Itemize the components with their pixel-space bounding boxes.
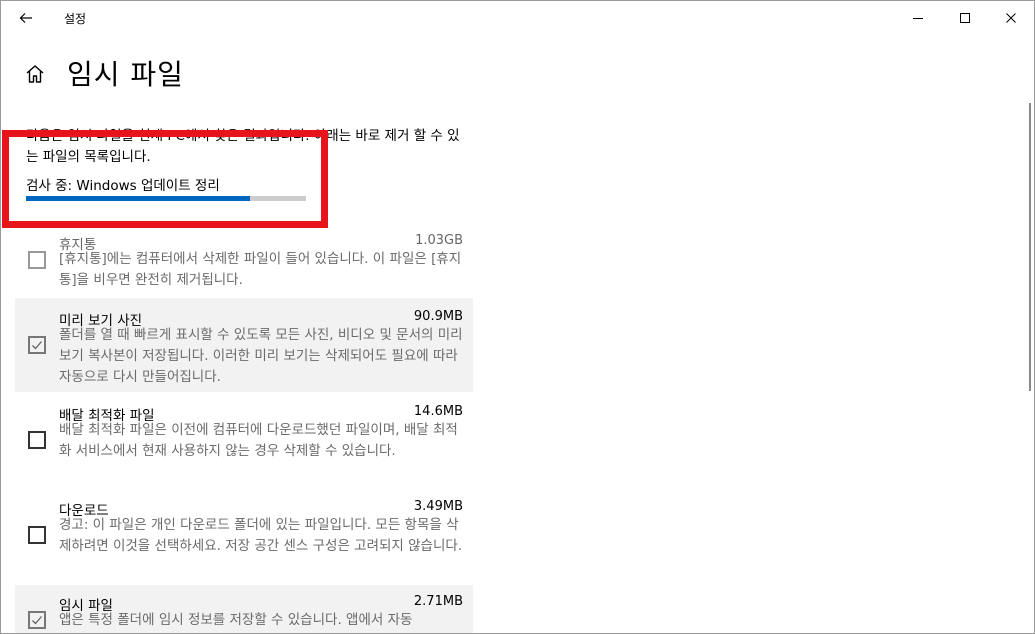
item-size: 2.71MB [413,594,463,609]
item-description: 폴더를 열 때 빠르게 표시할 수 있도록 모든 사진, 비디오 및 문서의 미… [59,327,463,385]
temp-file-item[interactable]: 미리 보기 사진 90.9MB 폴더를 열 때 빠르게 표시할 수 있도록 모든 사… [15,298,473,392]
item-size: 3.49MB [413,499,463,514]
close-button[interactable] [988,1,1034,35]
window-title: 설정 [64,12,87,26]
home-icon[interactable] [24,63,46,85]
close-icon [1006,13,1016,23]
scan-progress-fill [26,196,250,201]
item-checkbox[interactable] [28,611,46,629]
maximize-button[interactable] [942,1,988,35]
item-description: [휴지통]에는 컴퓨터에서 삭제한 파일이 들어 있습니다. 이 파일은 [휴지… [59,251,462,288]
temp-file-item[interactable]: 배달 최적화 파일 14.6MB 배달 최적화 파일은 이전에 컴퓨터에 다운로드했… [15,393,473,489]
scan-status: 검사 중: Windows 업데이트 정리 [26,178,220,194]
temp-file-item[interactable]: 다운로드 3.49MB 경고: 이 파일은 개인 다운로드 폴더에 있는 파일입니다… [15,490,473,584]
intro-text: 다음은 임시 파일을 현재 PC에서 찾은 결과입니다. 아래는 바로 제거 할… [26,128,460,165]
back-button[interactable] [7,3,45,33]
settings-window: 설정 임시 파일 다음은 임시 파일을 현재 PC에서 찾은 결과입니다. 아래… [0,0,1035,634]
item-checkbox[interactable] [28,431,46,449]
title-bar: 설정 [1,1,1034,35]
back-arrow-icon [19,13,32,23]
item-description: 앱은 특정 폴더에 임시 정보를 저장할 수 있습니다. 앱에서 자동 [59,612,413,628]
item-description: 경고: 이 파일은 개인 다운로드 폴더에 있는 파일입니다. 모든 항목을 삭… [59,517,463,554]
item-size: 14.6MB [413,404,463,419]
scrollbar[interactable] [1029,103,1031,391]
checkmark-icon [32,341,42,350]
checkmark-icon [32,616,42,625]
item-size: 1.03GB [415,233,463,248]
item-checkbox[interactable] [28,526,46,544]
item-checkbox[interactable] [28,251,46,269]
item-size: 90.9MB [413,309,463,324]
item-description: 배달 최적화 파일은 이전에 컴퓨터에 다운로드했던 파일이며, 배달 최적화 … [59,422,458,459]
scan-progress-bar [26,196,306,201]
maximize-icon [960,13,970,23]
item-checkbox[interactable] [28,336,46,354]
page-title: 임시 파일 [67,58,184,91]
temp-file-item[interactable]: 휴지통 1.03GB [휴지통]에는 컴퓨터에서 삭제한 파일이 들어 있습니다. … [15,233,473,297]
minimize-button[interactable] [895,1,941,35]
temp-file-item[interactable]: 임시 파일 2.71MB 앱은 특정 폴더에 임시 정보를 저장할 수 있습니다. … [15,585,473,633]
minimize-icon [913,18,923,19]
